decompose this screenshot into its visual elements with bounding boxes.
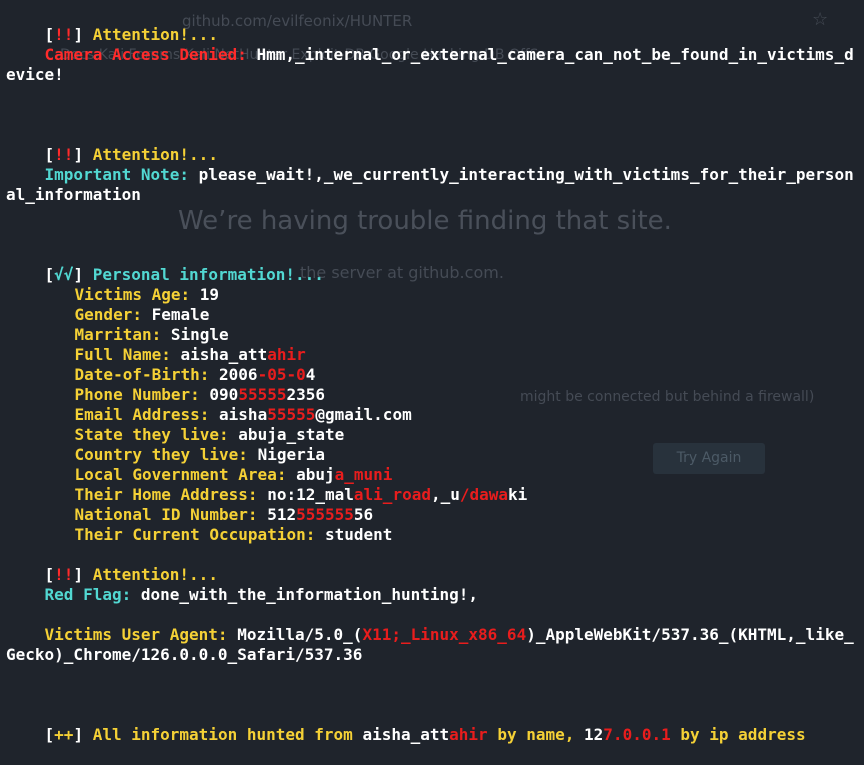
summary-text-mid: by name,	[497, 725, 575, 744]
attention-line-3: [!!] Attention!...	[44, 565, 218, 584]
field-value: 090	[209, 385, 239, 404]
check-icon: √√	[54, 265, 74, 284]
field-value: 2006	[219, 365, 258, 384]
attention-title: Attention!...	[92, 145, 218, 164]
field-label: Phone Number:	[74, 385, 200, 404]
field-value-tail: @gmail.com	[315, 405, 412, 424]
redaction-mark: 7.0.0.1	[603, 725, 671, 744]
field-value: student	[325, 525, 393, 544]
summary-text-start: All information hunted from	[92, 725, 353, 744]
redaction-mark: X11;_Linux_x86_64	[362, 625, 527, 644]
camera-denied-label: Camera Access Denied:	[44, 45, 247, 64]
summary-ip: 12	[584, 725, 604, 744]
field-label: National ID Number:	[74, 505, 258, 524]
field-value: aisha_att	[180, 345, 268, 364]
red-flag-message: done_with_the_information_hunting!,	[140, 585, 479, 604]
user-agent-label: Victims User Agent:	[44, 625, 228, 644]
exclamation-icon: !!	[54, 565, 74, 584]
user-agent-line: Victims User Agent: Mozilla/5.0_(X11;_Li…	[6, 605, 858, 685]
field-value-tail: 2356	[286, 385, 326, 404]
redaction-mark: ahir	[267, 345, 306, 364]
attention-title: Attention!...	[92, 565, 218, 584]
summary-text-end: by ip address	[680, 725, 806, 744]
field-value: Single	[170, 325, 229, 344]
attention-line-1: [!!] Attention!...	[44, 25, 218, 44]
field-value-tail: ki	[508, 485, 528, 504]
summary-line: [++] All information hunted from aisha_a…	[44, 725, 806, 744]
terminal-output[interactable]: [!!] Attention!... Camera Access Denied:…	[6, 5, 858, 744]
exclamation-icon: !!	[54, 145, 74, 164]
redaction-mark: ahir	[449, 725, 488, 744]
field-value: Female	[151, 305, 210, 324]
field-value: 19	[199, 285, 220, 304]
field-label: Country they live:	[74, 445, 248, 464]
field-label: Gender:	[74, 305, 142, 324]
redaction-mark: a_muni	[334, 465, 393, 484]
redaction-mark: -05-0	[257, 365, 306, 384]
personal-info-header: [√√] Personal information!...	[44, 265, 324, 284]
personal-info-title: Personal information!...	[92, 265, 324, 284]
redaction-mark: 55555	[238, 385, 287, 404]
field-value: abuj	[296, 465, 335, 484]
field-label: Marritan:	[74, 325, 162, 344]
redaction-mark: 555555	[296, 505, 354, 524]
summary-name: aisha_att	[362, 725, 450, 744]
field-value-tail: 56	[353, 505, 374, 524]
field-value: no:12_mal	[267, 485, 354, 504]
field-value-tail: ,_u	[430, 485, 460, 504]
user-agent-start: Mozilla/5.0_(	[237, 625, 363, 644]
red-flag-label: Red Flag:	[44, 585, 132, 604]
field-label: Email Address:	[74, 405, 210, 424]
field-label: Date-of-Birth:	[74, 365, 210, 384]
redaction-mark: /dawa	[459, 485, 509, 504]
important-note-label: Important Note:	[44, 165, 190, 184]
redaction-mark: ali_road	[353, 485, 431, 504]
redaction-mark: 55555	[267, 405, 316, 424]
field-value: 512	[267, 505, 297, 524]
field-label: Their Home Address:	[74, 485, 258, 504]
field-label: Local Government Area:	[74, 465, 287, 484]
attention-line-2: [!!] Attention!...	[44, 145, 218, 164]
field-value: Nigeria	[257, 445, 325, 464]
field-value: abuja_state	[238, 425, 345, 444]
field-label: Full Name:	[74, 345, 171, 364]
attention-title: Attention!...	[92, 25, 218, 44]
plus-icon: ++	[54, 725, 74, 744]
exclamation-icon: !!	[54, 25, 74, 44]
field-label: Their Current Occupation:	[74, 525, 316, 544]
field-label: Victims Age:	[74, 285, 191, 304]
field-label: State they live:	[74, 425, 229, 444]
field-value: aisha	[219, 405, 268, 424]
field-value-tail: 4	[305, 365, 316, 384]
